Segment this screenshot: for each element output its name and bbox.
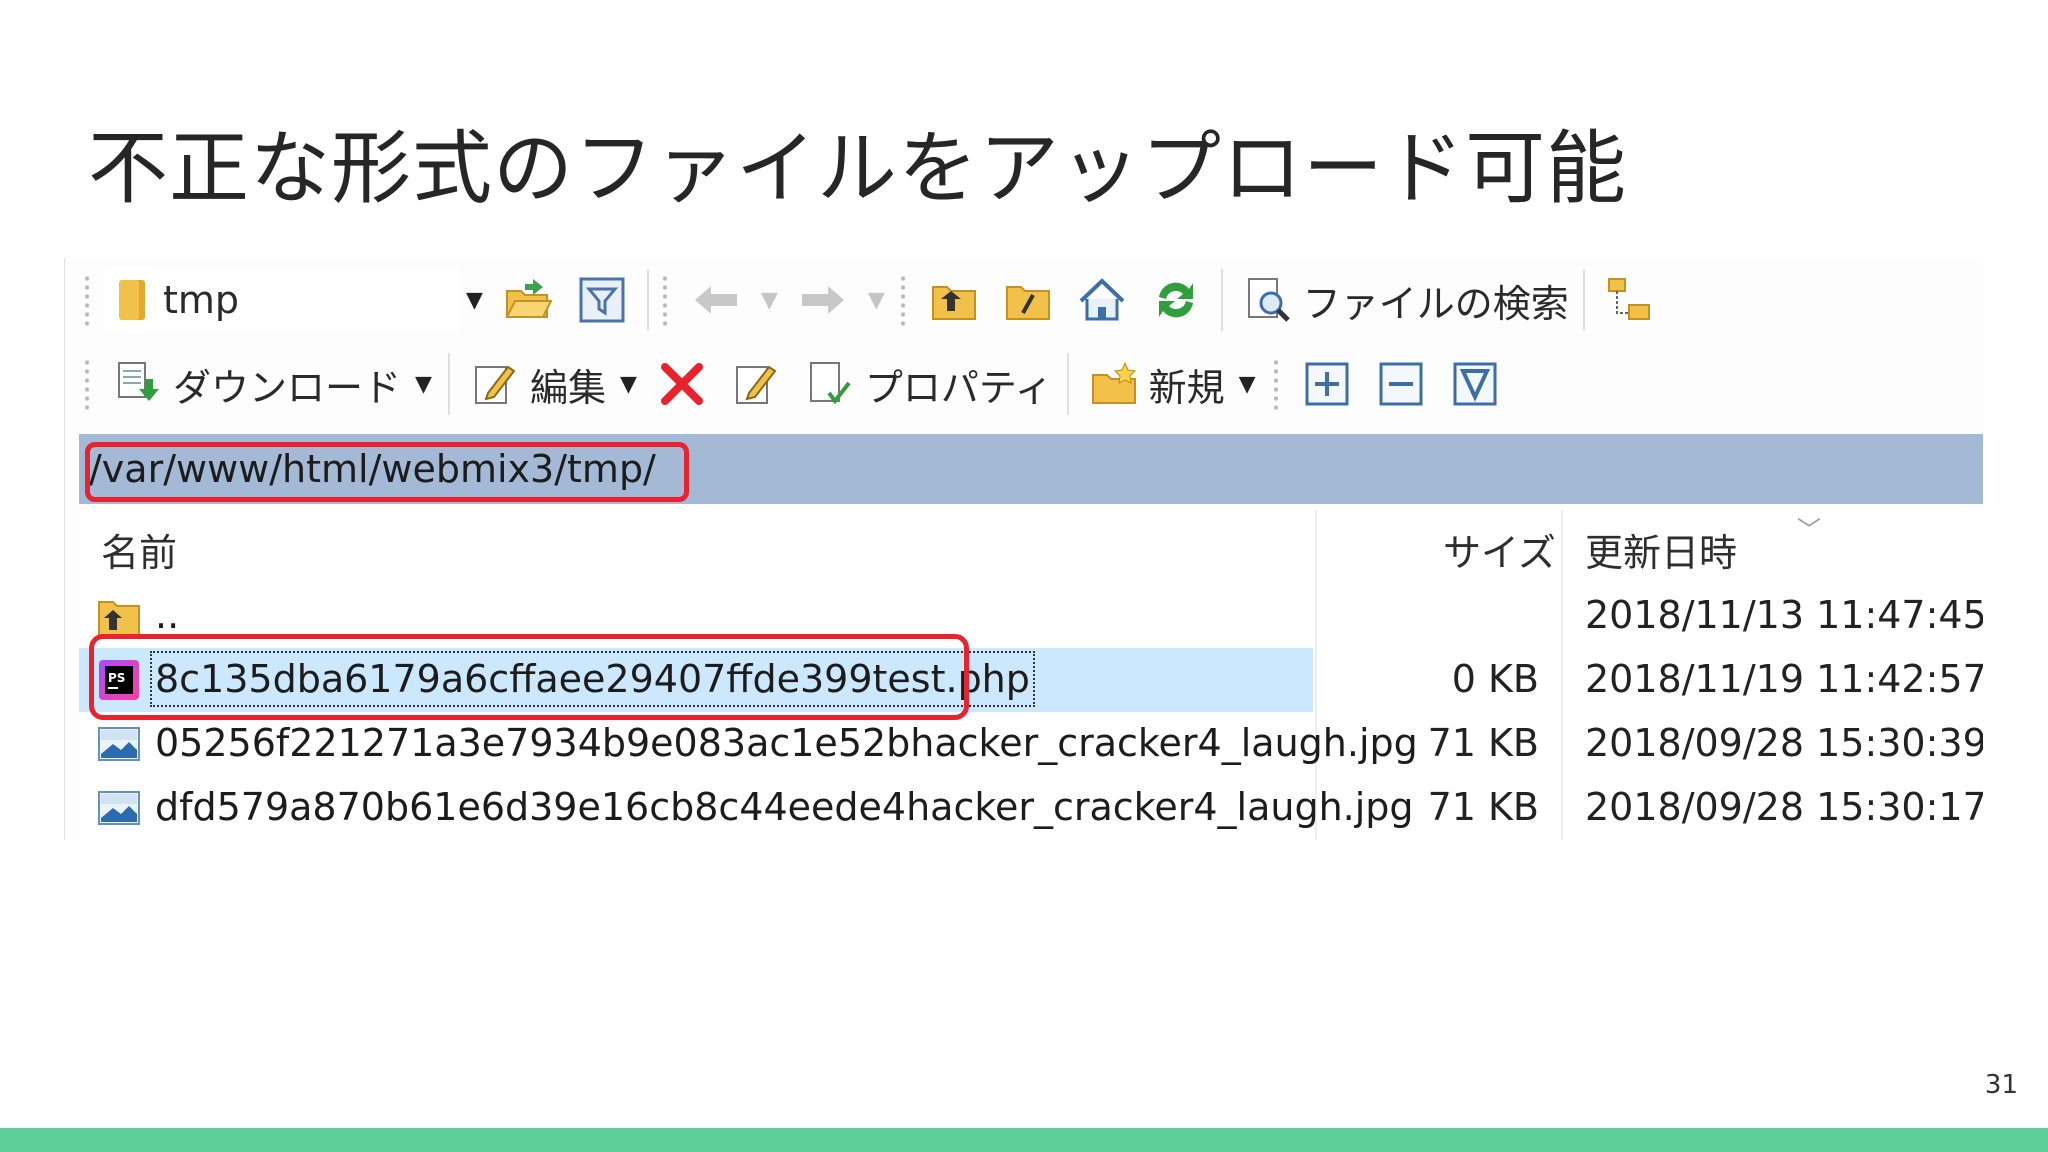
properties-icon[interactable] [803,357,857,411]
new-button[interactable]: 新規 [1149,357,1225,412]
file-name: 05256f221271a3e7934b9e083ac1e52bhacker_c… [155,721,1418,765]
file-modified: 2018/11/19 11:42:57 [1585,657,1983,701]
filter-select-icon[interactable] [1448,357,1502,411]
filter-icon[interactable] [575,273,629,327]
file-name: .. [155,593,180,637]
properties-button[interactable]: プロパティ [865,357,1053,412]
back-arrow-icon[interactable] [689,273,743,327]
minus-icon[interactable] [1374,357,1428,411]
folder-icon [119,280,145,320]
column-header-size[interactable]: サイズ [1443,522,1556,577]
page-number: 31 [1984,1070,2018,1100]
table-row[interactable]: dfd579a870b61e6d39e16cb8c44eede4hacker_c… [79,776,1983,840]
file-size: 71 KB [1427,785,1539,829]
open-folder-icon[interactable] [501,273,555,327]
back-dropdown-caret[interactable]: ▼ [761,288,778,313]
toolbar-navigation: tmp ▼ ▼ ▼ ファイルの検索 [65,258,1983,342]
image-file-icon [97,722,141,766]
parent-directory-icon[interactable] [927,273,981,327]
toolbar-actions: ダウンロード ▼ 編集 ▼ プロパティ 新規 ▼ [65,342,1983,426]
new-folder-icon[interactable] [1087,357,1141,411]
toolbar-grip[interactable] [83,358,91,410]
toolbar-grip[interactable] [83,274,91,326]
file-size: 0 KB [1451,657,1539,701]
toolbar-separator [1220,269,1223,331]
forward-dropdown-caret[interactable]: ▼ [868,288,885,313]
download-icon[interactable] [111,357,165,411]
toolbar-separator [1066,353,1069,415]
edit-dropdown-caret[interactable]: ▼ [620,372,637,397]
root-directory-icon[interactable] [1001,273,1055,327]
toolbar-separator [447,353,450,415]
rename-icon[interactable] [729,357,783,411]
location-dropdown[interactable]: tmp [103,267,458,333]
search-files-button[interactable]: ファイルの検索 [1303,273,1569,328]
search-file-icon[interactable] [1241,273,1295,327]
edit-button[interactable]: 編集 [530,357,606,412]
column-header-modified[interactable]: 更新日時 [1585,522,1737,577]
location-dropdown-caret[interactable]: ▼ [466,288,483,313]
file-modified: 2018/09/28 15:30:17 [1585,785,1983,829]
table-row[interactable]: 05256f221271a3e7934b9e083ac1e52bhacker_c… [79,712,1983,776]
home-icon[interactable] [1075,273,1129,327]
forward-arrow-icon[interactable] [796,273,850,327]
download-button[interactable]: ダウンロード [173,357,401,412]
slide-title: 不正な形式のファイルをアップロード可能 [88,122,1627,215]
toolbar-separator [1582,269,1585,331]
download-dropdown-caret[interactable]: ▼ [415,372,432,397]
delete-icon[interactable] [655,357,709,411]
path-highlight-box [85,442,689,502]
tree-view-icon[interactable] [1603,273,1657,327]
image-file-icon [97,786,141,830]
file-manager-window: tmp ▼ ▼ ▼ ファイルの検索 ダウンロード ▼ 編集 ▼ プロパティ 新規… [64,258,1983,840]
parent-folder-icon [97,594,141,638]
toolbar-grip[interactable] [898,274,907,326]
sort-chevron-icon: ﹀ [1797,516,1821,544]
file-name: dfd579a870b61e6d39e16cb8c44eede4hacker_c… [155,785,1414,829]
new-dropdown-caret[interactable]: ▼ [1239,372,1256,397]
plus-icon[interactable] [1300,357,1354,411]
column-header-name[interactable]: 名前 [101,522,177,577]
accent-bar [0,1128,2048,1152]
edit-icon[interactable] [468,357,522,411]
toolbar-separator [646,269,649,331]
refresh-icon[interactable] [1149,273,1203,327]
toolbar-grip[interactable] [660,274,669,326]
file-size: 71 KB [1427,721,1539,765]
file-highlight-box [89,634,969,720]
location-value: tmp [163,278,240,322]
file-modified: 2018/11/13 11:47:45 [1585,593,1983,637]
toolbar-grip[interactable] [1271,358,1280,410]
file-modified: 2018/09/28 15:30:39 [1585,721,1983,765]
